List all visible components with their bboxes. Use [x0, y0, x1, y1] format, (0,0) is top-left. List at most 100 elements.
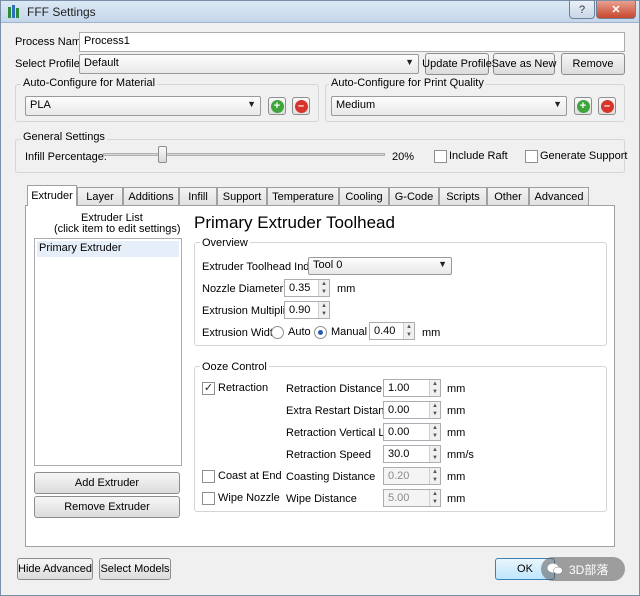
- spin-arrows-icon[interactable]: ▲ ▼: [429, 490, 440, 506]
- quality-select[interactable]: Medium ▼: [331, 96, 567, 116]
- width-manual-radio[interactable]: [314, 326, 327, 339]
- infill-percentage-label: Infill Percentage:: [25, 151, 107, 163]
- quality-select-value: Medium: [336, 99, 376, 111]
- slider-thumb[interactable]: [158, 146, 167, 163]
- include-raft-label: Include Raft: [449, 150, 508, 162]
- retraction-checkbox[interactable]: ✓: [202, 382, 215, 395]
- generate-support-checkbox[interactable]: [525, 150, 538, 163]
- retraction-distance-spinbox[interactable]: 1.00 ▲ ▼: [383, 379, 441, 397]
- extra-restart-spinbox[interactable]: 0.00 ▲ ▼: [383, 401, 441, 419]
- material-select[interactable]: PLA ▼: [25, 96, 261, 116]
- spin-arrows-icon[interactable]: ▲ ▼: [403, 323, 414, 339]
- spin-arrows-icon[interactable]: ▲ ▼: [429, 402, 440, 418]
- retraction-distance-unit: mm: [447, 383, 466, 395]
- close-button[interactable]: ✕: [596, 1, 636, 19]
- width-manual-label: Manual: [331, 326, 368, 338]
- process-name-input[interactable]: Process1: [79, 32, 625, 52]
- chevron-down-icon: ▼: [553, 99, 562, 109]
- coast-at-end-label: Coast at End: [218, 470, 282, 482]
- vertical-lift-value: 0.00: [388, 426, 410, 438]
- add-quality-button[interactable]: +: [574, 97, 592, 115]
- toolhead-index-value: Tool 0: [313, 259, 343, 271]
- remove-profile-button[interactable]: Remove: [561, 53, 625, 75]
- select-models-button[interactable]: Select Models: [99, 558, 171, 580]
- tab-extruder[interactable]: Extruder: [27, 185, 77, 206]
- add-extruder-button[interactable]: Add Extruder: [34, 472, 180, 494]
- coasting-distance-value: 0.20: [388, 470, 410, 482]
- wipe-distance-value: 5.00: [388, 492, 410, 504]
- tab-gcode[interactable]: G-Code: [389, 187, 439, 205]
- general-settings-title: General Settings: [21, 131, 107, 143]
- extrusion-multiplier-spinbox[interactable]: 0.90 ▲ ▼: [284, 301, 330, 319]
- tab-scripts[interactable]: Scripts: [439, 187, 487, 205]
- spin-arrows-icon[interactable]: ▲ ▼: [429, 468, 440, 484]
- help-button[interactable]: ?: [569, 1, 595, 19]
- include-raft-checkbox[interactable]: [434, 150, 447, 163]
- spin-arrows-icon[interactable]: ▲ ▼: [429, 424, 440, 440]
- spin-arrows-icon[interactable]: ▲ ▼: [318, 280, 329, 296]
- retraction-speed-value: 30.0: [388, 448, 410, 460]
- extruder-list-hint: (click item to edit settings): [54, 223, 181, 235]
- width-auto-radio[interactable]: [271, 326, 284, 339]
- profile-select[interactable]: Default ▼: [79, 54, 419, 74]
- nozzle-diameter-spinbox[interactable]: 0.35 ▲ ▼: [284, 279, 330, 297]
- chat-bubble-icon: [547, 563, 563, 575]
- extrusion-width-label: Extrusion Width: [202, 327, 280, 339]
- window-title: FFF Settings: [27, 5, 96, 19]
- save-as-new-button[interactable]: Save as New: [492, 53, 556, 75]
- width-auto-label: Auto: [288, 326, 311, 338]
- tab-layer[interactable]: Layer: [77, 187, 123, 205]
- retraction-distance-value: 1.00: [388, 382, 410, 394]
- tab-other[interactable]: Other: [487, 187, 529, 205]
- minus-circle-icon: –: [600, 99, 614, 113]
- minus-circle-icon: –: [294, 99, 308, 113]
- overview-title: Overview: [200, 237, 250, 249]
- tab-temperature[interactable]: Temperature: [267, 187, 339, 205]
- list-item[interactable]: Primary Extruder: [37, 241, 179, 257]
- vertical-lift-unit: mm: [447, 427, 466, 439]
- remove-extruder-button[interactable]: Remove Extruder: [34, 496, 180, 518]
- tab-advanced[interactable]: Advanced: [529, 187, 589, 205]
- spin-arrows-icon[interactable]: ▲ ▼: [318, 302, 329, 318]
- retraction-speed-label: Retraction Speed: [286, 449, 371, 461]
- tab-cooling[interactable]: Cooling: [339, 187, 389, 205]
- chevron-down-icon: ▼: [405, 57, 414, 67]
- spin-arrows-icon[interactable]: ▲ ▼: [429, 446, 440, 462]
- generate-support-label: Generate Support: [540, 150, 628, 162]
- tab-additions[interactable]: Additions: [123, 187, 179, 205]
- remove-material-button[interactable]: –: [292, 97, 310, 115]
- update-profile-button[interactable]: Update Profile: [422, 53, 492, 75]
- toolhead-heading: Primary Extruder Toolhead: [194, 213, 395, 232]
- toolhead-index-select[interactable]: Tool 0 ▼: [308, 257, 452, 275]
- ooze-control-title: Ooze Control: [200, 361, 269, 373]
- retraction-speed-spinbox[interactable]: 30.0 ▲ ▼: [383, 445, 441, 463]
- slider-track: [103, 153, 385, 156]
- wipe-distance-unit: mm: [447, 493, 466, 505]
- vertical-lift-spinbox[interactable]: 0.00 ▲ ▼: [383, 423, 441, 441]
- select-profile-label: Select Profile:: [15, 58, 83, 70]
- toolhead-index-label: Extruder Toolhead Index: [202, 261, 322, 273]
- wipe-nozzle-checkbox[interactable]: [202, 492, 215, 505]
- wipe-distance-label: Wipe Distance: [286, 493, 357, 505]
- title-bar[interactable]: FFF Settings ? ✕: [1, 1, 639, 23]
- tab-support[interactable]: Support: [217, 187, 267, 205]
- plus-circle-icon: +: [270, 99, 284, 113]
- coast-at-end-checkbox[interactable]: [202, 470, 215, 483]
- watermark: 3D部落: [541, 557, 625, 581]
- spin-arrows-icon[interactable]: ▲ ▼: [429, 380, 440, 396]
- remove-quality-button[interactable]: –: [598, 97, 616, 115]
- coasting-distance-spinbox[interactable]: 0.20 ▲ ▼: [383, 467, 441, 485]
- retraction-label: Retraction: [218, 382, 269, 394]
- extrusion-width-unit: mm: [422, 327, 441, 339]
- extrusion-width-spinbox[interactable]: 0.40 ▲ ▼: [369, 322, 415, 340]
- infill-slider[interactable]: [103, 145, 385, 167]
- add-material-button[interactable]: +: [268, 97, 286, 115]
- hide-advanced-button[interactable]: Hide Advanced: [17, 558, 93, 580]
- extruder-listbox[interactable]: Primary Extruder: [34, 238, 182, 466]
- extra-restart-value: 0.00: [388, 404, 410, 416]
- vertical-lift-label: Retraction Vertical Lift: [286, 427, 393, 439]
- wipe-distance-spinbox[interactable]: 5.00 ▲ ▼: [383, 489, 441, 507]
- tab-infill[interactable]: Infill: [179, 187, 217, 205]
- coasting-distance-label: Coasting Distance: [286, 471, 376, 483]
- extruder-tab-panel: Extruder List (click item to edit settin…: [25, 205, 615, 547]
